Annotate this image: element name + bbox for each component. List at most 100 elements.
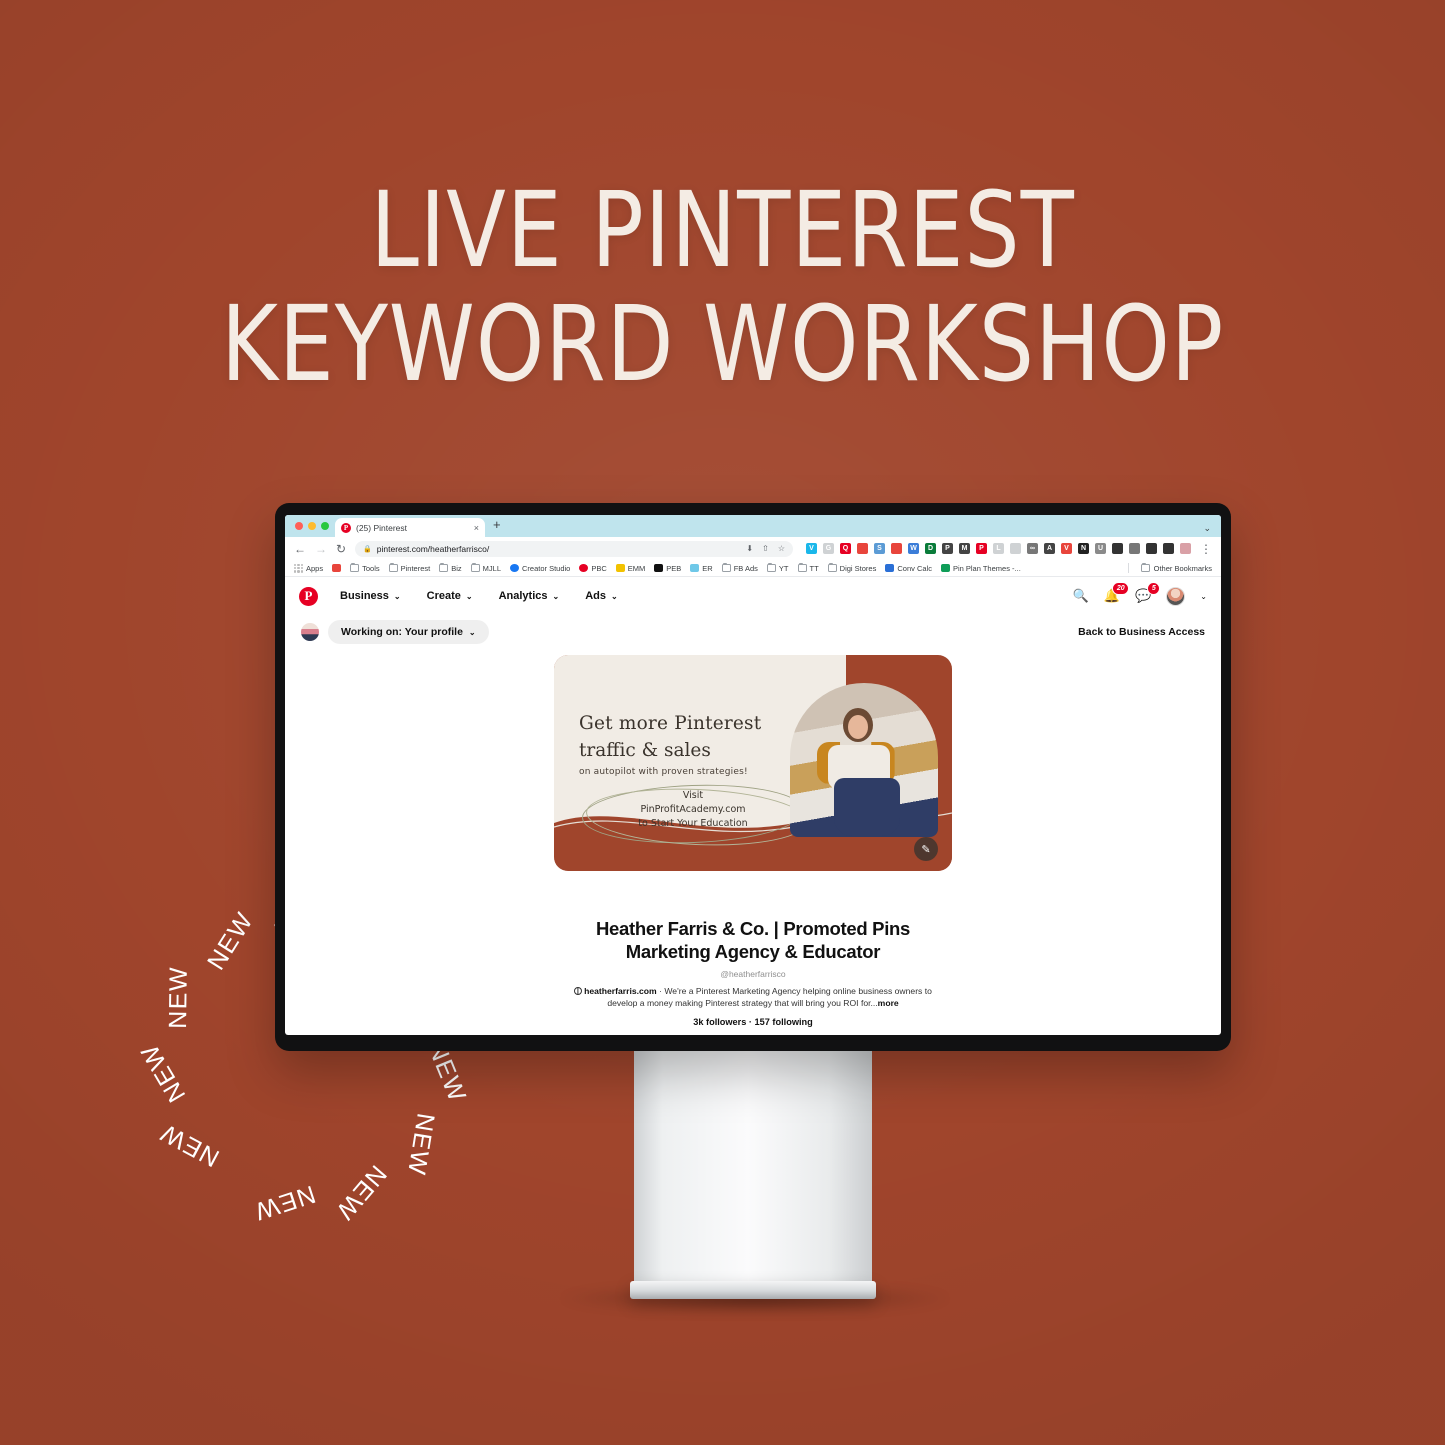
search-icon[interactable]: 🔍 [1073, 588, 1089, 604]
share-icon[interactable]: ⇧ [762, 544, 769, 553]
back-button[interactable]: ← [294, 542, 306, 556]
banner-cta: Visit PinProfitAcademy.com to Start Your… [584, 789, 802, 830]
extension-icon[interactable]: M [959, 543, 970, 554]
address-bar[interactable]: 🔒 pinterest.com/heatherfarrisco/ ⬇ ⇧ ☆ [355, 540, 793, 557]
bookmark-item[interactable]: TT [797, 563, 819, 573]
nav-item-ads[interactable]: Ads ⌄ [572, 584, 630, 608]
folder-icon [470, 563, 480, 572]
extension-icon[interactable]: U [1095, 543, 1106, 554]
bookmark-item[interactable]: PEB [654, 564, 681, 573]
more-link[interactable]: more [878, 998, 899, 1008]
bookmark-label: Biz [451, 563, 462, 573]
extension-icon[interactable]: D [925, 543, 936, 554]
bookmark-item[interactable]: MJLL [470, 563, 501, 573]
yellow-icon [615, 564, 625, 572]
nav-item-business[interactable]: Business ⌄ [327, 584, 414, 608]
extension-icon[interactable]: P [976, 543, 987, 554]
chevron-down-icon[interactable]: ⌄ [1203, 523, 1211, 534]
star-icon[interactable]: ☆ [778, 544, 785, 553]
bookmark-item[interactable]: Pinterest [388, 563, 431, 573]
bookmark-item[interactable]: ER [690, 564, 713, 573]
extension-icon[interactable] [1146, 543, 1157, 554]
bookmark-item[interactable]: Apps [294, 563, 324, 573]
messages-icon[interactable]: 💬 5 [1135, 582, 1161, 604]
bookmark-item[interactable]: Tools [350, 563, 380, 573]
extension-icon[interactable]: L [993, 543, 1004, 554]
working-on-selector[interactable]: Working on: Your profile ⌄ [328, 620, 489, 644]
install-icon[interactable]: ⬇ [746, 544, 753, 553]
profile-banner[interactable]: Get more Pinterest traffic & sales on au… [554, 655, 952, 871]
bookmarks-bar[interactable]: Apps Tools Pinterest Biz MJLL Creator Studio P… [285, 560, 1221, 577]
bookmark-item[interactable]: PBC [579, 564, 607, 573]
extension-icon[interactable]: W [908, 543, 919, 554]
forward-button[interactable]: → [315, 542, 327, 556]
extension-icon[interactable]: ∞ [1027, 543, 1038, 554]
followers-count[interactable]: 3k followers [693, 1017, 746, 1027]
extension-icon[interactable]: A [1044, 543, 1055, 554]
bookmark-label: Apps [306, 563, 324, 573]
close-icon[interactable]: × [474, 523, 479, 533]
monitor-stand-base [630, 1281, 876, 1299]
separator: · [659, 986, 662, 997]
extension-icon[interactable] [1163, 543, 1174, 554]
extension-icon[interactable] [1180, 543, 1191, 554]
extension-icon[interactable]: Q [840, 543, 851, 554]
avatar[interactable] [1166, 586, 1186, 606]
bookmark-item[interactable]: Digi Stores [827, 563, 876, 573]
bookmark-item[interactable]: FB Ads [721, 563, 758, 573]
extension-icon[interactable] [1010, 543, 1021, 554]
banner-subheading: on autopilot with proven strategies! [579, 767, 748, 777]
bookmark-item[interactable]: Conv Calc [885, 564, 932, 573]
browser-tab[interactable]: P (25) Pinterest × [335, 518, 485, 537]
back-to-business-access-link[interactable]: Back to Business Access [1078, 626, 1205, 638]
edit-banner-button[interactable]: ✎ [914, 837, 938, 861]
bookmark-item[interactable]: Pin Plan Themes -... [940, 564, 1021, 573]
bookmark-item[interactable]: YT [766, 563, 789, 573]
new-badge-word: NEW [250, 1179, 319, 1226]
extensions-row[interactable]: V G Q S W D P M P L ∞ A V N U [802, 543, 1191, 554]
extension-icon[interactable]: V [806, 543, 817, 554]
maximize-window-dot[interactable] [321, 522, 329, 530]
extension-icon[interactable]: P [942, 543, 953, 554]
extension-icon[interactable] [1129, 543, 1140, 554]
close-window-dot[interactable] [295, 522, 303, 530]
reload-button[interactable]: ↻ [336, 542, 346, 556]
extension-icon[interactable]: G [823, 543, 834, 554]
notifications-icon[interactable]: 🔔 20 [1104, 582, 1130, 604]
new-badge-word: NEW [135, 1038, 192, 1107]
nav-item-create[interactable]: Create ⌄ [414, 584, 486, 608]
nav-item-label: Ads [585, 590, 606, 602]
pinterest-logo-icon[interactable]: P [299, 586, 318, 606]
extension-icon[interactable] [1112, 543, 1123, 554]
profile-name: Heather Farris & Co. | Promoted Pins Mar… [285, 918, 1221, 963]
nav-item-label: Analytics [498, 590, 548, 602]
bookmark-item[interactable]: Biz [439, 563, 462, 573]
sheets-icon [940, 564, 950, 572]
bookmark-item[interactable] [332, 564, 342, 572]
bookmark-item[interactable]: Creator Studio [510, 564, 570, 573]
extension-icon[interactable]: N [1078, 543, 1089, 554]
bookmark-label: Pinterest [400, 563, 431, 573]
bookmark-label: MJLL [482, 563, 501, 573]
profile-website[interactable]: heatherfarris.com [584, 986, 657, 996]
nav-item-label: Create [426, 590, 461, 602]
chevron-down-icon: ⌄ [610, 591, 618, 601]
extension-icon[interactable] [857, 543, 868, 554]
following-count[interactable]: 157 following [755, 1017, 813, 1027]
stats-separator: · [748, 1016, 752, 1027]
extension-icon[interactable] [891, 543, 902, 554]
extension-icon[interactable]: V [1061, 543, 1072, 554]
browser-menu-icon[interactable]: ⋮ [1200, 542, 1212, 556]
new-tab-button[interactable]: + [485, 515, 509, 537]
nav-item-analytics[interactable]: Analytics ⌄ [486, 584, 573, 608]
folder-icon [439, 563, 449, 572]
other-bookmarks[interactable]: Other Bookmarks [1140, 563, 1212, 573]
profile-name-line-1: Heather Farris & Co. | Promoted Pins [595, 918, 911, 939]
notifications-badge: 20 [1112, 582, 1130, 595]
window-controls[interactable] [293, 515, 335, 537]
url-actions[interactable]: ⬇ ⇧ ☆ [746, 544, 785, 553]
extension-icon[interactable]: S [874, 543, 885, 554]
bookmark-item[interactable]: EMM [615, 564, 645, 573]
chevron-down-icon[interactable]: ⌄ [1200, 592, 1207, 601]
minimize-window-dot[interactable] [308, 522, 316, 530]
